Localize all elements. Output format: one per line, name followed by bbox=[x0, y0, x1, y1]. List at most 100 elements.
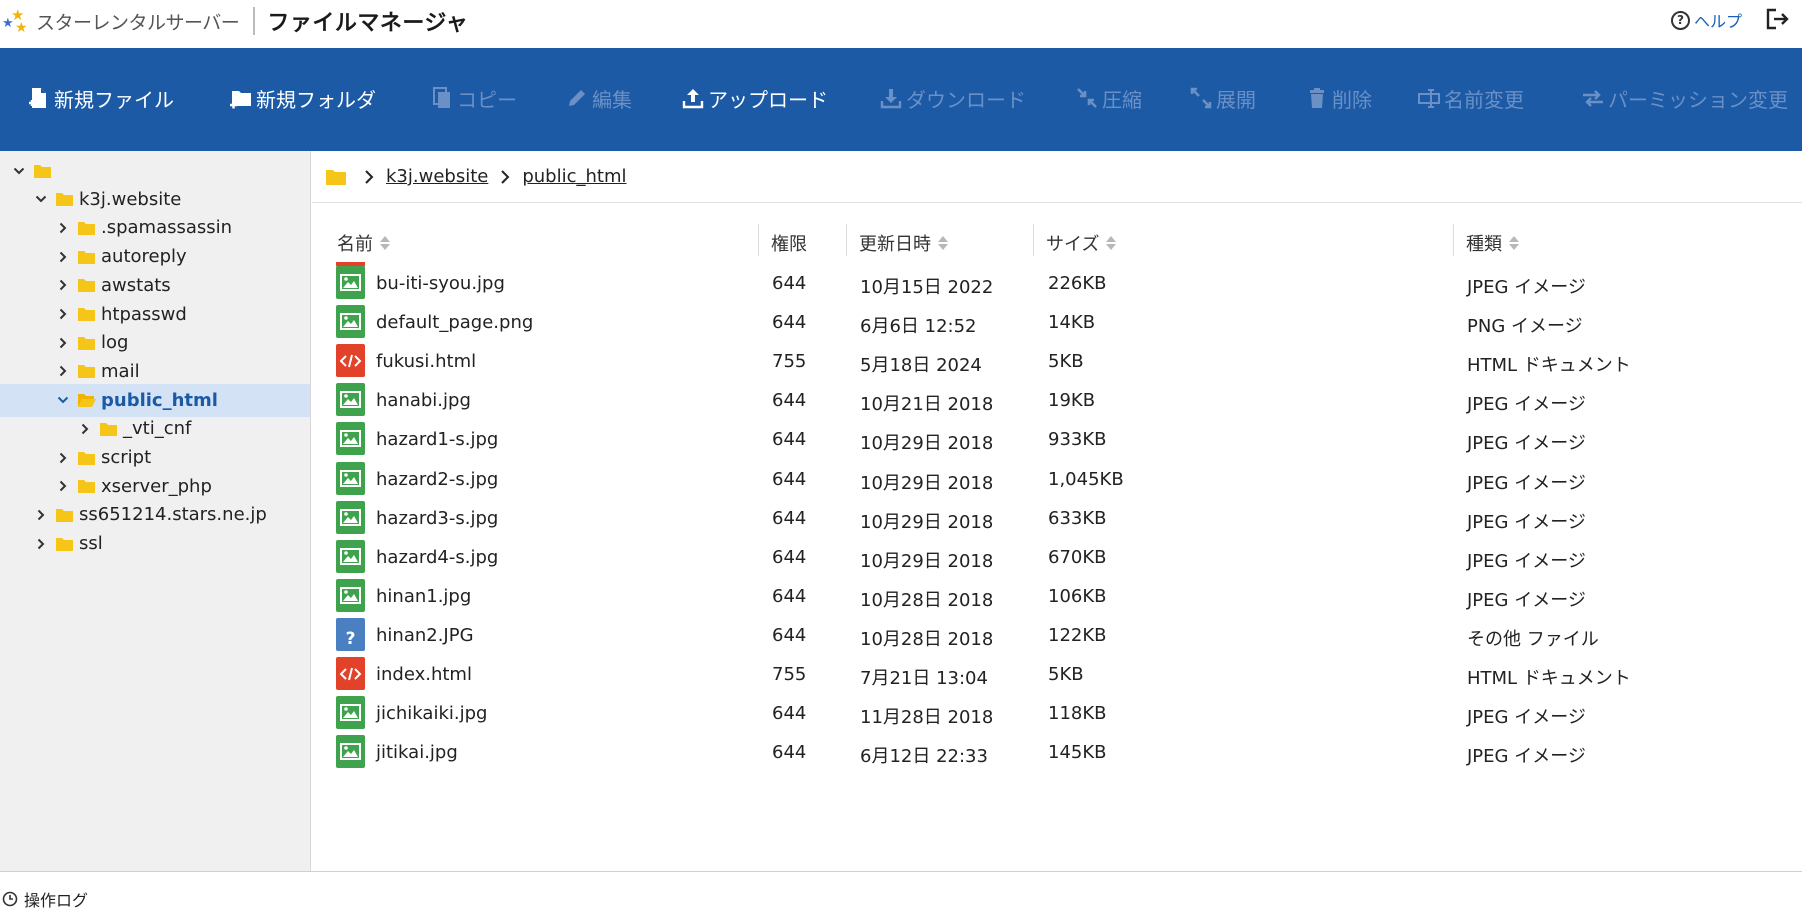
column-label-permission: 権限 bbox=[771, 234, 807, 255]
cell-modified: 10月29日 2018 bbox=[860, 550, 994, 572]
cell-size: 5KB bbox=[1048, 664, 1084, 685]
cell-permission: 644 bbox=[772, 507, 807, 529]
folder-tree: k3j.website .spamassassin autoreply awstats… bbox=[0, 151, 311, 871]
rename-icon bbox=[1416, 85, 1442, 111]
column-header-permission[interactable]: 権限 bbox=[771, 230, 807, 256]
cell-type: JPEG イメージ bbox=[1467, 277, 1586, 298]
chevron-right-icon[interactable] bbox=[34, 508, 48, 522]
cell-permission: 644 bbox=[772, 703, 807, 725]
folder-icon bbox=[55, 191, 74, 207]
file-list[interactable]: bu-iti-syou.jpg 644 10月15日 2022 226KB JPEG イ… bbox=[312, 262, 1802, 871]
chevron-right-icon[interactable] bbox=[56, 307, 70, 321]
cell-name: default_page.png bbox=[376, 312, 534, 334]
chevron-right-icon[interactable] bbox=[56, 278, 70, 292]
pencil-icon bbox=[564, 85, 590, 111]
operation-log-toggle[interactable]: 操作ログ bbox=[2, 887, 88, 911]
cell-permission: 644 bbox=[772, 429, 807, 451]
chevron-right-icon[interactable] bbox=[34, 537, 48, 551]
chevron-right-icon[interactable] bbox=[78, 422, 92, 436]
tree-item-label: awstats bbox=[101, 274, 171, 296]
column-resize-handle[interactable] bbox=[1453, 224, 1454, 256]
chevron-down-icon[interactable] bbox=[12, 164, 26, 178]
download-button[interactable]: ダウンロード bbox=[878, 83, 1026, 113]
cell-type: JPEG イメージ bbox=[1467, 472, 1586, 494]
cell-type: JPEG イメージ bbox=[1467, 511, 1586, 533]
cell-name: jichikaiki.jpg bbox=[376, 703, 488, 725]
new-folder-label: 新規フォルダ bbox=[256, 87, 376, 112]
column-header-size[interactable]: サイズ bbox=[1046, 230, 1117, 256]
image-file-icon bbox=[336, 696, 365, 730]
folder-open-icon bbox=[77, 392, 96, 408]
expand-icon bbox=[1188, 85, 1214, 111]
chevron-right-icon[interactable] bbox=[56, 451, 70, 465]
cell-modified: 10月29日 2018 bbox=[860, 511, 994, 533]
column-header-modified[interactable]: 更新日時 bbox=[859, 230, 948, 256]
sort-icon bbox=[1509, 236, 1519, 250]
tree-item[interactable]: ssl bbox=[0, 527, 310, 560]
breadcrumb-item-domain[interactable]: k3j.website bbox=[386, 166, 488, 187]
tree-item-label: _vti_cnf bbox=[123, 418, 192, 440]
column-header-name[interactable]: 名前 bbox=[337, 230, 390, 256]
chevron-right-icon[interactable] bbox=[56, 479, 70, 493]
permission-button[interactable]: パーミッション変更 bbox=[1580, 83, 1788, 113]
cell-modified: 10月28日 2018 bbox=[860, 589, 994, 611]
sort-icon bbox=[1106, 236, 1117, 250]
cell-modified: 10月29日 2018 bbox=[860, 433, 994, 455]
permission-icon bbox=[1580, 85, 1606, 111]
tree-item-label: public_html bbox=[101, 389, 218, 411]
table-row[interactable]: jitikai.jpg 644 6月12日 22:33 145KB JPEG イメージ bbox=[312, 729, 1802, 774]
chevron-right-icon[interactable] bbox=[56, 221, 70, 235]
cell-name: bu-iti-syou.jpg bbox=[376, 273, 505, 294]
chevron-down-icon[interactable] bbox=[34, 192, 48, 206]
cell-name: hanabi.jpg bbox=[376, 390, 471, 412]
logout-button[interactable] bbox=[1766, 8, 1790, 30]
download-label: ダウンロード bbox=[906, 87, 1026, 112]
folder-icon bbox=[99, 421, 118, 437]
cell-permission: 644 bbox=[772, 273, 807, 294]
chevron-down-icon[interactable] bbox=[56, 393, 70, 407]
tree-item-label: htpasswd bbox=[101, 303, 187, 325]
copy-label: コピー bbox=[457, 87, 517, 112]
new-folder-button[interactable]: 新規フォルダ bbox=[228, 83, 376, 113]
tree-item-label: xserver_php bbox=[101, 475, 212, 497]
cell-size: 633KB bbox=[1048, 507, 1107, 529]
compress-button[interactable]: 圧縮 bbox=[1074, 83, 1142, 113]
column-resize-handle[interactable] bbox=[758, 224, 759, 256]
column-label-name: 名前 bbox=[337, 234, 373, 255]
cell-size: 5KB bbox=[1048, 351, 1084, 373]
extract-button[interactable]: 展開 bbox=[1188, 83, 1256, 113]
cell-name: hazard3-s.jpg bbox=[376, 507, 499, 529]
column-resize-handle[interactable] bbox=[846, 224, 847, 256]
chevron-right-icon bbox=[364, 169, 376, 184]
edit-button[interactable]: 編集 bbox=[564, 83, 632, 113]
column-label-size: サイズ bbox=[1046, 234, 1100, 255]
column-resize-handle[interactable] bbox=[1033, 224, 1034, 256]
cell-size: 118KB bbox=[1048, 703, 1107, 725]
delete-button[interactable]: 削除 bbox=[1304, 83, 1372, 113]
folder-icon bbox=[77, 450, 96, 466]
cell-modified: 6月6日 12:52 bbox=[860, 316, 977, 338]
cell-name: hinan2.JPG bbox=[376, 624, 474, 646]
help-link[interactable]: ? ヘルプ bbox=[1671, 8, 1742, 32]
cell-name: hinan1.jpg bbox=[376, 585, 472, 607]
new-folder-icon bbox=[228, 85, 254, 111]
brand: ★ ★ ★ スターレンタルサーバー ファイルマネージャ bbox=[2, 6, 468, 36]
rename-button[interactable]: 名前変更 bbox=[1416, 83, 1524, 113]
cell-type: JPEG イメージ bbox=[1467, 746, 1586, 768]
chevron-right-icon[interactable] bbox=[56, 250, 70, 264]
root-folder-icon[interactable] bbox=[325, 168, 347, 186]
edit-label: 編集 bbox=[592, 87, 632, 112]
upload-button[interactable]: アップロード bbox=[680, 83, 828, 113]
column-label-type: 種類 bbox=[1466, 234, 1502, 255]
chevron-right-icon[interactable] bbox=[56, 364, 70, 378]
image-file-icon bbox=[336, 539, 365, 573]
column-header-type[interactable]: 種類 bbox=[1466, 230, 1519, 256]
breadcrumb-item-current[interactable]: public_html bbox=[522, 166, 626, 187]
image-file-icon bbox=[336, 500, 365, 534]
new-file-button[interactable]: 新規ファイル bbox=[26, 83, 174, 113]
compress-icon bbox=[1074, 85, 1100, 111]
tree-item-label: script bbox=[101, 447, 152, 468]
chevron-right-icon[interactable] bbox=[56, 336, 70, 350]
copy-button[interactable]: コピー bbox=[429, 83, 517, 113]
cell-size: 933KB bbox=[1048, 429, 1107, 451]
